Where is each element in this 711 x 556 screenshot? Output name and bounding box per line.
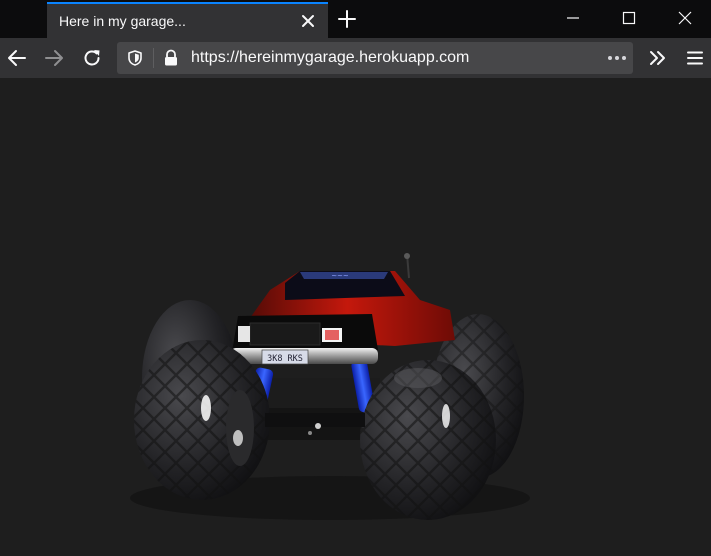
tracking-protection-shield-icon[interactable] bbox=[126, 49, 144, 67]
page-content: ~~~ 3K8 RKS bbox=[0, 78, 711, 556]
lock-icon[interactable] bbox=[162, 49, 180, 67]
minimize-window-icon[interactable] bbox=[550, 0, 596, 36]
url-text[interactable]: https://hereinmygarage.herokuapp.com bbox=[191, 49, 469, 67]
svg-text:~~~: ~~~ bbox=[331, 272, 349, 280]
close-window-icon[interactable] bbox=[662, 0, 708, 36]
tab-title: Here in my garage... bbox=[59, 13, 186, 29]
new-tab-plus-icon[interactable] bbox=[336, 8, 358, 30]
navigation-toolbar: https://hereinmygarage.herokuapp.com bbox=[0, 38, 711, 78]
reload-icon[interactable] bbox=[80, 46, 104, 70]
maximize-window-icon[interactable] bbox=[606, 0, 652, 36]
tab-active[interactable]: Here in my garage... bbox=[47, 2, 328, 38]
address-bar[interactable]: https://hereinmygarage.herokuapp.com bbox=[117, 42, 633, 74]
back-arrow-icon[interactable] bbox=[5, 46, 29, 70]
license-plate-text: 3K8 RKS bbox=[267, 354, 303, 364]
chevrons-right-icon[interactable] bbox=[646, 46, 670, 70]
forward-arrow-icon[interactable] bbox=[42, 46, 66, 70]
page-actions-ellipsis-icon[interactable] bbox=[606, 49, 628, 67]
browser-window: Here in my garage... https://hereinmygar… bbox=[0, 0, 711, 556]
url-divider bbox=[153, 48, 154, 68]
hamburger-menu-icon[interactable] bbox=[683, 46, 707, 70]
close-tab-icon[interactable] bbox=[300, 13, 316, 29]
front-right-tire bbox=[360, 360, 496, 520]
monster-truck-scene[interactable]: ~~~ 3K8 RKS bbox=[0, 78, 711, 556]
front-left-tire bbox=[134, 340, 270, 500]
tab-strip: Here in my garage... bbox=[0, 0, 711, 38]
